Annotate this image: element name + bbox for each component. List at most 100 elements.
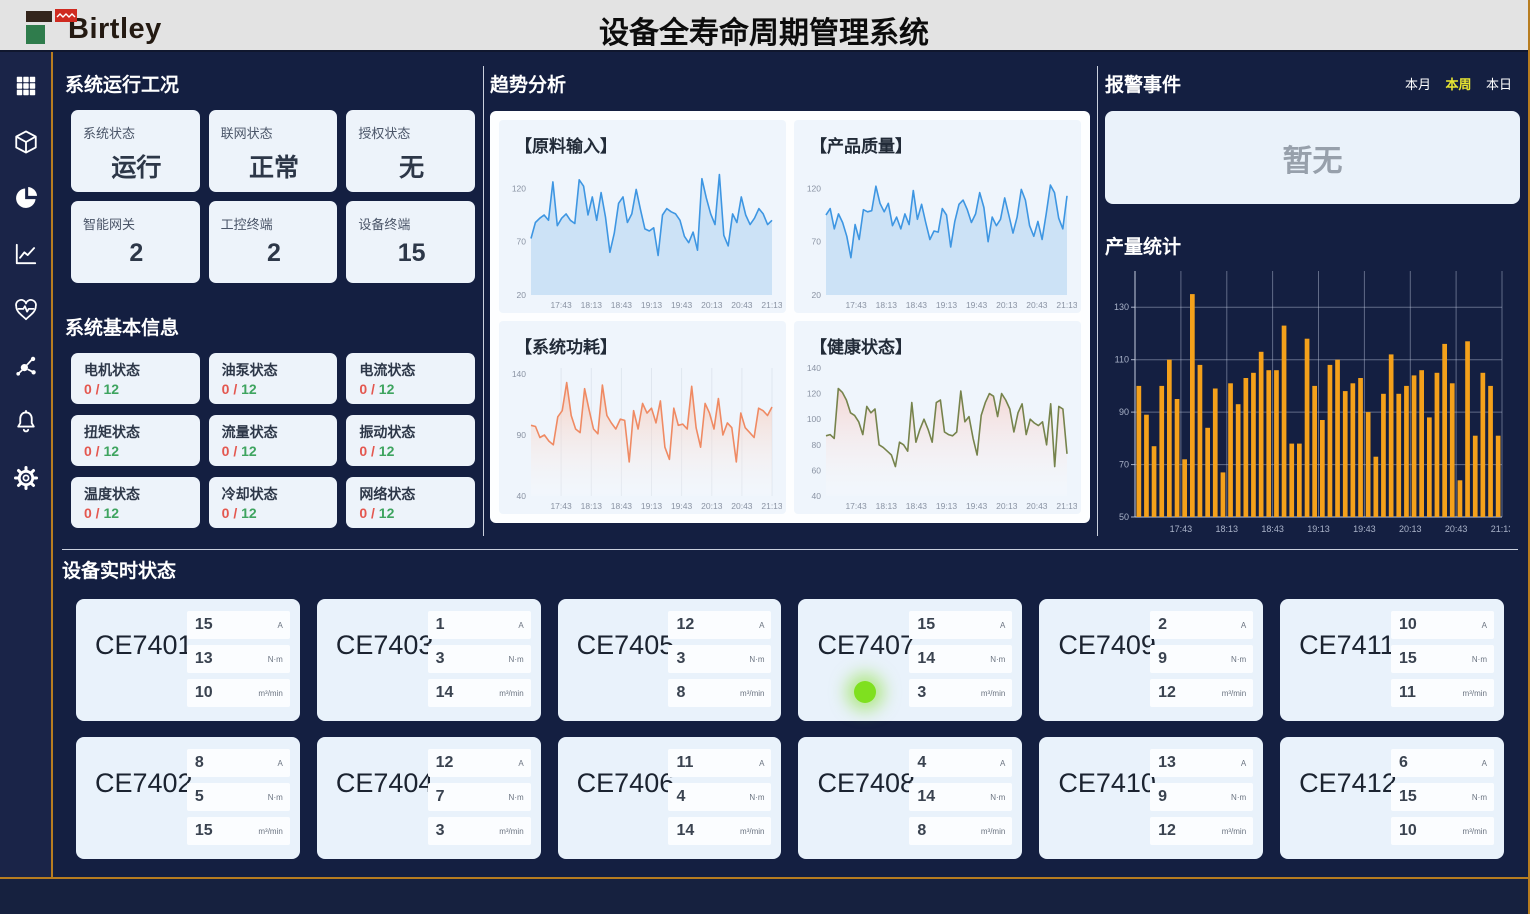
svg-text:20:43: 20:43: [1445, 524, 1468, 534]
svg-text:18:13: 18:13: [876, 300, 898, 310]
info-card-value: 0 / 12: [222, 443, 338, 459]
svg-text:19:13: 19:13: [1307, 524, 1330, 534]
health-pulse-icon[interactable]: [12, 296, 40, 324]
device-card[interactable]: CE7409 2 A 9 N·m 12 m³/min: [1039, 599, 1263, 721]
info-card: 网络状态 0 / 12: [346, 477, 475, 528]
info-card-value: 0 / 12: [359, 381, 475, 397]
pie-chart-icon[interactable]: [12, 184, 40, 212]
divider-horizontal: [62, 549, 1518, 550]
status-card: 系统状态 运行: [71, 110, 200, 192]
device-card[interactable]: CE7407 15 A 14 N·m 3 m³/min: [798, 599, 1022, 721]
device-unit: m³/min: [981, 827, 1005, 836]
device-card[interactable]: CE7411 10 A 15 N·m 11 m³/min: [1280, 599, 1504, 721]
device-value-row: 3 m³/min: [909, 679, 1012, 707]
device-value: 1: [436, 616, 445, 634]
device-value-row: 10 m³/min: [1391, 817, 1494, 845]
device-card[interactable]: CE7402 8 A 5 N·m 15 m³/min: [76, 737, 300, 859]
info-card: 流量状态 0 / 12: [209, 415, 338, 466]
status-card-label: 授权状态: [358, 123, 465, 142]
device-unit: N·m: [749, 793, 764, 802]
device-value: 6: [1399, 754, 1408, 772]
device-name: CE7404: [336, 768, 434, 799]
status-card: 设备终端 15: [346, 201, 475, 283]
svg-text:70: 70: [1119, 460, 1129, 470]
svg-text:19:43: 19:43: [671, 300, 693, 310]
info-total-count: 12: [103, 381, 119, 397]
product-quality-chart-title: 【产品质量】: [810, 132, 1077, 157]
gear-icon[interactable]: [12, 464, 40, 492]
device-unit: A: [518, 759, 523, 768]
device-unit: m³/min: [740, 827, 764, 836]
device-value: 3: [917, 684, 926, 702]
info-alarm-count: 0 /: [359, 381, 375, 397]
device-value: 12: [676, 616, 694, 634]
production-title: 产量统计: [1105, 232, 1520, 259]
svg-text:18:13: 18:13: [876, 501, 898, 511]
bell-icon[interactable]: [12, 408, 40, 436]
device-unit: A: [1482, 759, 1487, 768]
device-value: 13: [195, 650, 213, 668]
alarm-filter-month[interactable]: 本月: [1405, 77, 1431, 92]
device-value: 11: [1399, 684, 1416, 702]
svg-text:21:13: 21:13: [1056, 501, 1077, 511]
device-card[interactable]: CE7412 6 A 15 N·m 10 m³/min: [1280, 737, 1504, 859]
device-value-row: 3 N·m: [428, 645, 531, 673]
network-icon[interactable]: [12, 352, 40, 380]
grid-menu-icon[interactable]: [12, 72, 40, 100]
info-card-label: 油泵状态: [222, 360, 338, 380]
device-value: 15: [1399, 650, 1417, 668]
info-card-label: 振动状态: [359, 422, 475, 442]
device-value: 11: [676, 754, 693, 772]
alarm-filter-day[interactable]: 本日: [1486, 77, 1512, 92]
product-quality-chart-cell: 【产品质量】 207012017:4318:1318:4319:1319:432…: [794, 120, 1081, 313]
device-value: 12: [1158, 684, 1176, 702]
svg-text:120: 120: [807, 389, 821, 399]
device-value-row: 12 A: [668, 611, 771, 639]
svg-text:18:43: 18:43: [1261, 524, 1284, 534]
power-consumption-chart-cell: 【系统功耗】 409014017:4318:1318:4319:1319:432…: [499, 321, 786, 514]
device-unit: A: [277, 621, 282, 630]
svg-text:17:43: 17:43: [1170, 524, 1193, 534]
device-value: 15: [1399, 788, 1417, 806]
device-card[interactable]: CE7405 12 A 3 N·m 8 m³/min: [558, 599, 782, 721]
device-unit: N·m: [1231, 655, 1246, 664]
device-name: CE7401: [95, 630, 193, 661]
cube-icon[interactable]: [12, 128, 40, 156]
health-status-chart-title: 【健康状态】: [810, 333, 1077, 358]
info-card-value: 0 / 12: [222, 505, 338, 521]
status-card: 工控终端 2: [209, 201, 338, 283]
device-value-row: 8 A: [187, 749, 290, 777]
status-card-label: 系统状态: [83, 123, 190, 142]
device-value: 14: [917, 650, 935, 668]
device-value-row: 8 m³/min: [668, 679, 771, 707]
status-card-label: 工控终端: [221, 214, 328, 233]
device-unit: m³/min: [1222, 827, 1246, 836]
status-card: 智能网关 2: [71, 201, 200, 283]
alarm-filter-week[interactable]: 本周: [1446, 77, 1472, 92]
device-unit: A: [1000, 621, 1005, 630]
device-card[interactable]: CE7410 13 A 9 N·m 12 m³/min: [1039, 737, 1263, 859]
info-card: 振动状态 0 / 12: [346, 415, 475, 466]
device-card[interactable]: CE7401 15 A 13 N·m 10 m³/min: [76, 599, 300, 721]
line-chart-icon[interactable]: [12, 240, 40, 268]
device-values: 6 A 15 N·m 10 m³/min: [1391, 749, 1494, 845]
svg-text:20: 20: [812, 290, 822, 300]
info-total-count: 12: [379, 381, 395, 397]
device-value-row: 9 N·m: [1150, 645, 1253, 673]
device-card[interactable]: CE7404 12 A 7 N·m 3 m³/min: [317, 737, 541, 859]
device-unit: m³/min: [740, 689, 764, 698]
info-card: 冷却状态 0 / 12: [209, 477, 338, 528]
info-total-count: 12: [241, 443, 257, 459]
device-card[interactable]: CE7408 4 A 14 N·m 8 m³/min: [798, 737, 1022, 859]
device-value-row: 3 N·m: [668, 645, 771, 673]
device-card[interactable]: CE7406 11 A 4 N·m 14 m³/min: [558, 737, 782, 859]
device-value: 13: [1158, 754, 1176, 772]
status-card-value: 运行: [83, 148, 190, 184]
app-header: Birtley 设备全寿命周期管理系统: [0, 0, 1528, 52]
svg-text:19:13: 19:13: [936, 501, 958, 511]
device-unit: m³/min: [981, 689, 1005, 698]
device-card[interactable]: CE7403 1 A 3 N·m 14 m³/min: [317, 599, 541, 721]
device-value-row: 15 N·m: [1391, 645, 1494, 673]
svg-text:19:43: 19:43: [1353, 524, 1376, 534]
power-consumption-chart: 409014017:4318:1318:4319:1319:4320:1320:…: [503, 362, 782, 512]
